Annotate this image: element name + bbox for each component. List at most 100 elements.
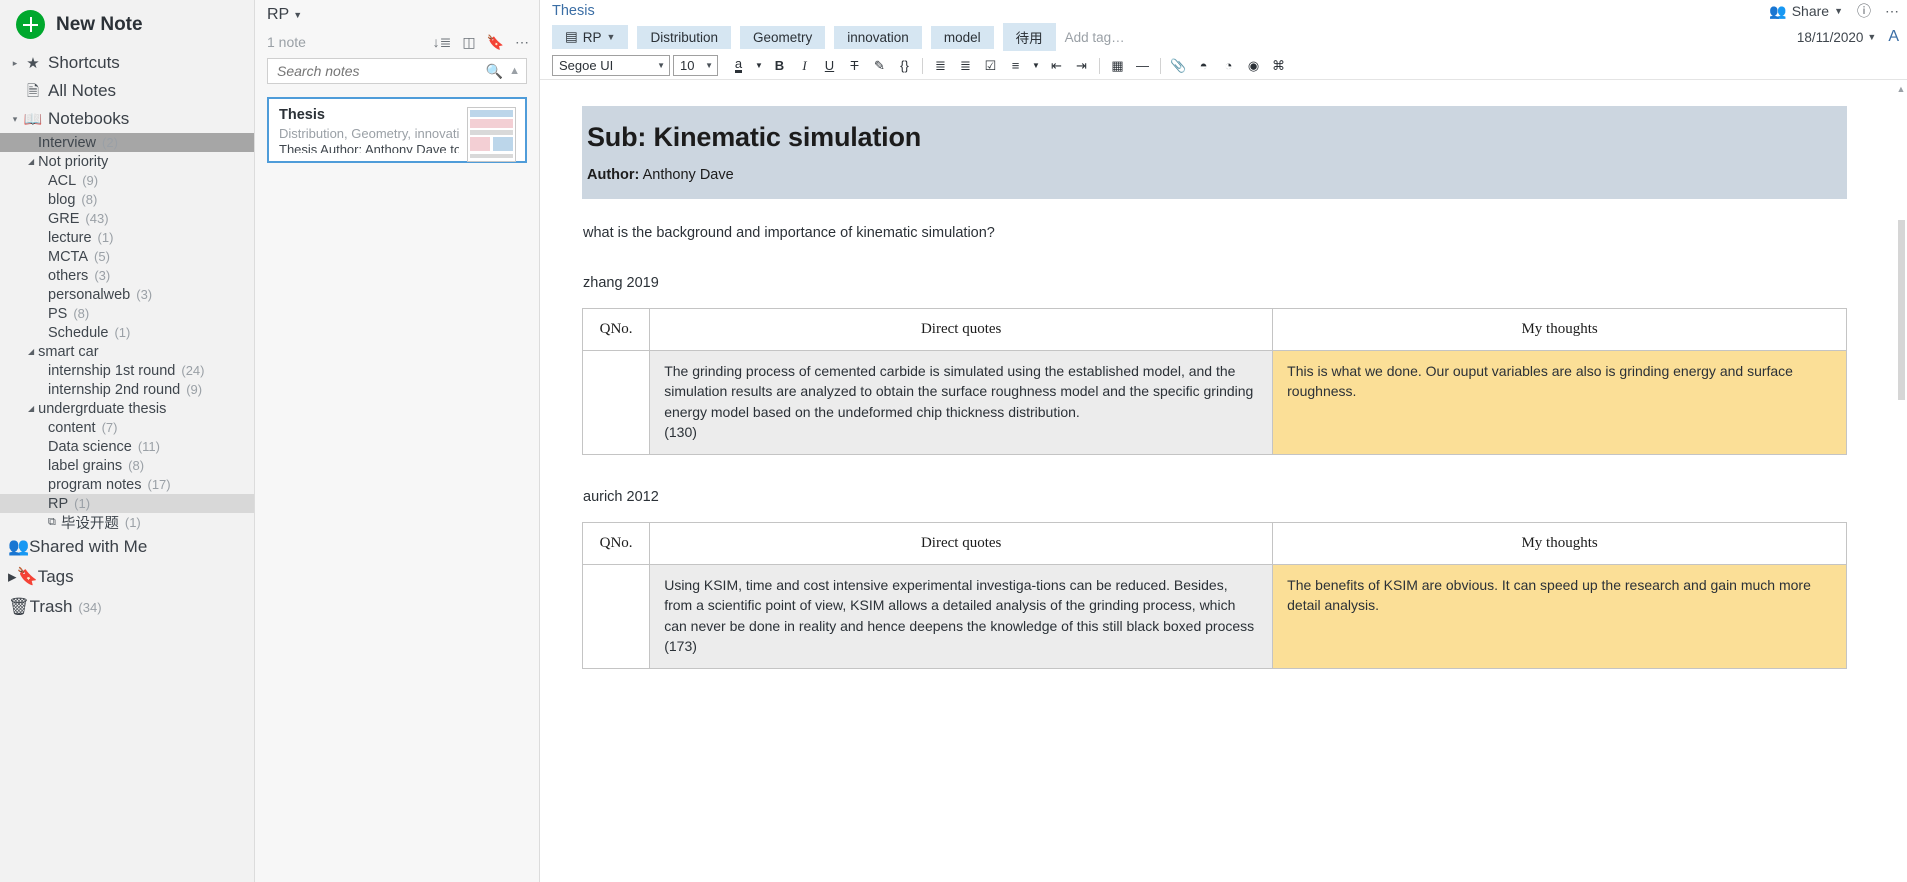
- table-button[interactable]: ▦: [1107, 55, 1128, 76]
- sidebar-item-shortcuts[interactable]: ▸ ★ Shortcuts: [0, 49, 254, 77]
- sidebar-notebook-item[interactable]: ACL (9): [0, 171, 254, 190]
- qno-cell[interactable]: [581, 349, 651, 456]
- chevron-down-icon[interactable]: ◢: [28, 157, 34, 166]
- record-button[interactable]: ◉: [1243, 55, 1264, 76]
- sidebar-notebook-item[interactable]: internship 1st round (24): [0, 361, 254, 380]
- chevron-up-icon[interactable]: ▲: [509, 65, 520, 77]
- sidebar-item-all-notes[interactable]: 🗎 All Notes: [0, 77, 254, 105]
- sidebar-item-shared-with-me[interactable]: 👥 Shared with Me: [0, 532, 254, 562]
- chevron-down-icon[interactable]: ◢: [28, 347, 34, 356]
- tag-chip[interactable]: Distribution: [637, 25, 731, 49]
- sidebar-item-trash[interactable]: 🗑 Trash (34): [0, 592, 254, 622]
- sidebar-notebook-item[interactable]: PS (8): [0, 304, 254, 323]
- share-button[interactable]: 👥 Share ▼: [1769, 3, 1843, 20]
- sidebar-notebook-item[interactable]: label grains (8): [0, 456, 254, 475]
- font-family-select[interactable]: Segoe UI ▼: [552, 55, 670, 76]
- sidebar-notebook-item[interactable]: program notes (17): [0, 475, 254, 494]
- scroll-up-arrow[interactable]: ▲: [1895, 84, 1907, 94]
- bullet-list-button[interactable]: ≣: [930, 55, 951, 76]
- attach-button[interactable]: 📎: [1168, 55, 1189, 76]
- indent-button[interactable]: ⇥: [1071, 55, 1092, 76]
- breadcrumb[interactable]: Thesis: [552, 3, 595, 19]
- checkbox-button[interactable]: ☑: [980, 55, 1001, 76]
- my-thoughts-cell[interactable]: The benefits of KSIM are obvious. It can…: [1272, 564, 1847, 670]
- chevron-down-icon[interactable]: ▼: [1867, 32, 1876, 42]
- notebook-count: (1): [74, 496, 91, 511]
- chevron-down-icon[interactable]: ◢: [28, 404, 34, 413]
- sidebar-notebook-item[interactable]: ◢ Not priority: [0, 152, 254, 171]
- sketch-button[interactable]: ◔: [1218, 55, 1239, 76]
- horizontal-rule-button[interactable]: —: [1132, 55, 1153, 76]
- list-options-icon[interactable]: 🔖: [487, 35, 504, 49]
- sidebar-notebook-item[interactable]: content (7): [0, 418, 254, 437]
- clear-format-button[interactable]: ⌘: [1268, 55, 1289, 76]
- chevron-down-icon[interactable]: ▼: [1030, 55, 1042, 76]
- underline-button[interactable]: U: [819, 55, 840, 76]
- sidebar-notebook-item[interactable]: RP (1): [0, 494, 254, 513]
- chevron-right-icon[interactable]: ▸: [8, 567, 17, 587]
- note-list-item[interactable]: Thesis Distribution, Geometry, innovatio…: [267, 97, 527, 163]
- sidebar-notebook-item[interactable]: Data science (11): [0, 437, 254, 456]
- chevron-down-icon[interactable]: ▾: [8, 105, 22, 133]
- chevron-down-icon[interactable]: ▼: [293, 10, 302, 20]
- editor-canvas[interactable]: Sub: Kinematic simulation Author: Anthon…: [540, 80, 1907, 882]
- search-box[interactable]: 🔍 ▲: [267, 58, 527, 84]
- more-icon[interactable]: ⋯: [1885, 4, 1899, 18]
- note-list-notebook-selector[interactable]: RP ▼: [267, 6, 302, 24]
- chevron-down-icon[interactable]: ▼: [753, 55, 765, 76]
- note-date-selector[interactable]: 18/11/2020 ▼: [1797, 30, 1877, 45]
- numbered-list-button[interactable]: ≣: [955, 55, 976, 76]
- sort-icon[interactable]: ↓≣: [433, 35, 452, 49]
- audio-button[interactable]: ◓: [1193, 55, 1214, 76]
- search-icon[interactable]: 🔍: [486, 63, 503, 80]
- search-input[interactable]: [277, 63, 486, 79]
- info-icon[interactable]: ⓘ: [1857, 4, 1871, 18]
- qno-cell[interactable]: [581, 564, 651, 670]
- sidebar-notebook-item[interactable]: internship 2nd round (9): [0, 380, 254, 399]
- font-color-button[interactable]: a: [728, 55, 749, 76]
- sidebar-item-tags[interactable]: ▸ 🔖 Tags: [0, 562, 254, 592]
- sidebar-notebook-item[interactable]: GRE (43): [0, 209, 254, 228]
- scroll-thumb[interactable]: [1898, 220, 1905, 400]
- code-button[interactable]: {}: [894, 55, 915, 76]
- outdent-button[interactable]: ⇤: [1046, 55, 1067, 76]
- sidebar-item-notebooks[interactable]: ▾ 📖 Notebooks: [0, 105, 254, 133]
- highlight-button[interactable]: ✎: [869, 55, 890, 76]
- sidebar-notebook-item[interactable]: ◢ undergrduate thesis: [0, 399, 254, 418]
- notebook-count: (5): [94, 249, 110, 264]
- chevron-down-icon[interactable]: ▼: [607, 32, 616, 42]
- chevron-right-icon[interactable]: ▸: [8, 49, 22, 77]
- sidebar-notebook-item[interactable]: Interview (2): [0, 133, 254, 152]
- font-color-icon[interactable]: A: [1888, 29, 1899, 45]
- align-button[interactable]: ≡: [1005, 55, 1026, 76]
- tag-chip[interactable]: Geometry: [739, 25, 826, 49]
- direct-quote-cell[interactable]: The grinding process of cemented carbide…: [649, 349, 1274, 456]
- my-thoughts-cell[interactable]: This is what we done. Our ouput variable…: [1272, 349, 1847, 456]
- sidebar-notebook-item[interactable]: ⧉ 毕设开题 (1): [0, 513, 254, 532]
- sidebar-notebook-item[interactable]: Schedule (1): [0, 323, 254, 342]
- tag-chip[interactable]: innovation: [834, 25, 922, 49]
- sidebar-notebook-item[interactable]: MCTA (5): [0, 247, 254, 266]
- chevron-down-icon[interactable]: ▼: [1834, 6, 1843, 16]
- sidebar-notebook-item[interactable]: lecture (1): [0, 228, 254, 247]
- sidebar-notebook-item[interactable]: personalweb (3): [0, 285, 254, 304]
- tag-chip[interactable]: model: [930, 25, 994, 49]
- notebook-label: label grains: [48, 457, 123, 474]
- notebook-chip[interactable]: ▤ RP ▼: [552, 25, 629, 49]
- sidebar-notebook-item[interactable]: ◢ smart car: [0, 342, 254, 361]
- italic-button[interactable]: I: [794, 55, 815, 76]
- sidebar-notebook-item[interactable]: others (3): [0, 266, 254, 285]
- editor-scrollbar[interactable]: ▲: [1895, 80, 1907, 882]
- new-note-button[interactable]: New Note: [0, 0, 254, 49]
- font-size-select[interactable]: 10 ▼: [673, 55, 718, 76]
- more-icon[interactable]: ⋯: [515, 35, 529, 49]
- quote-table: QNo. Direct quotes My thoughts Using KSIM, …: [581, 522, 1847, 670]
- tag-icon: 🔖: [16, 567, 38, 586]
- add-tag-input[interactable]: Add tag…: [1065, 30, 1125, 45]
- tag-chip[interactable]: 待用: [1002, 23, 1056, 51]
- direct-quote-cell[interactable]: Using KSIM, time and cost intensive expe…: [649, 564, 1274, 670]
- strikethrough-button[interactable]: T: [844, 55, 865, 76]
- view-cards-icon[interactable]: ◫: [462, 35, 475, 49]
- sidebar-notebook-item[interactable]: blog (8): [0, 190, 254, 209]
- bold-button[interactable]: B: [769, 55, 790, 76]
